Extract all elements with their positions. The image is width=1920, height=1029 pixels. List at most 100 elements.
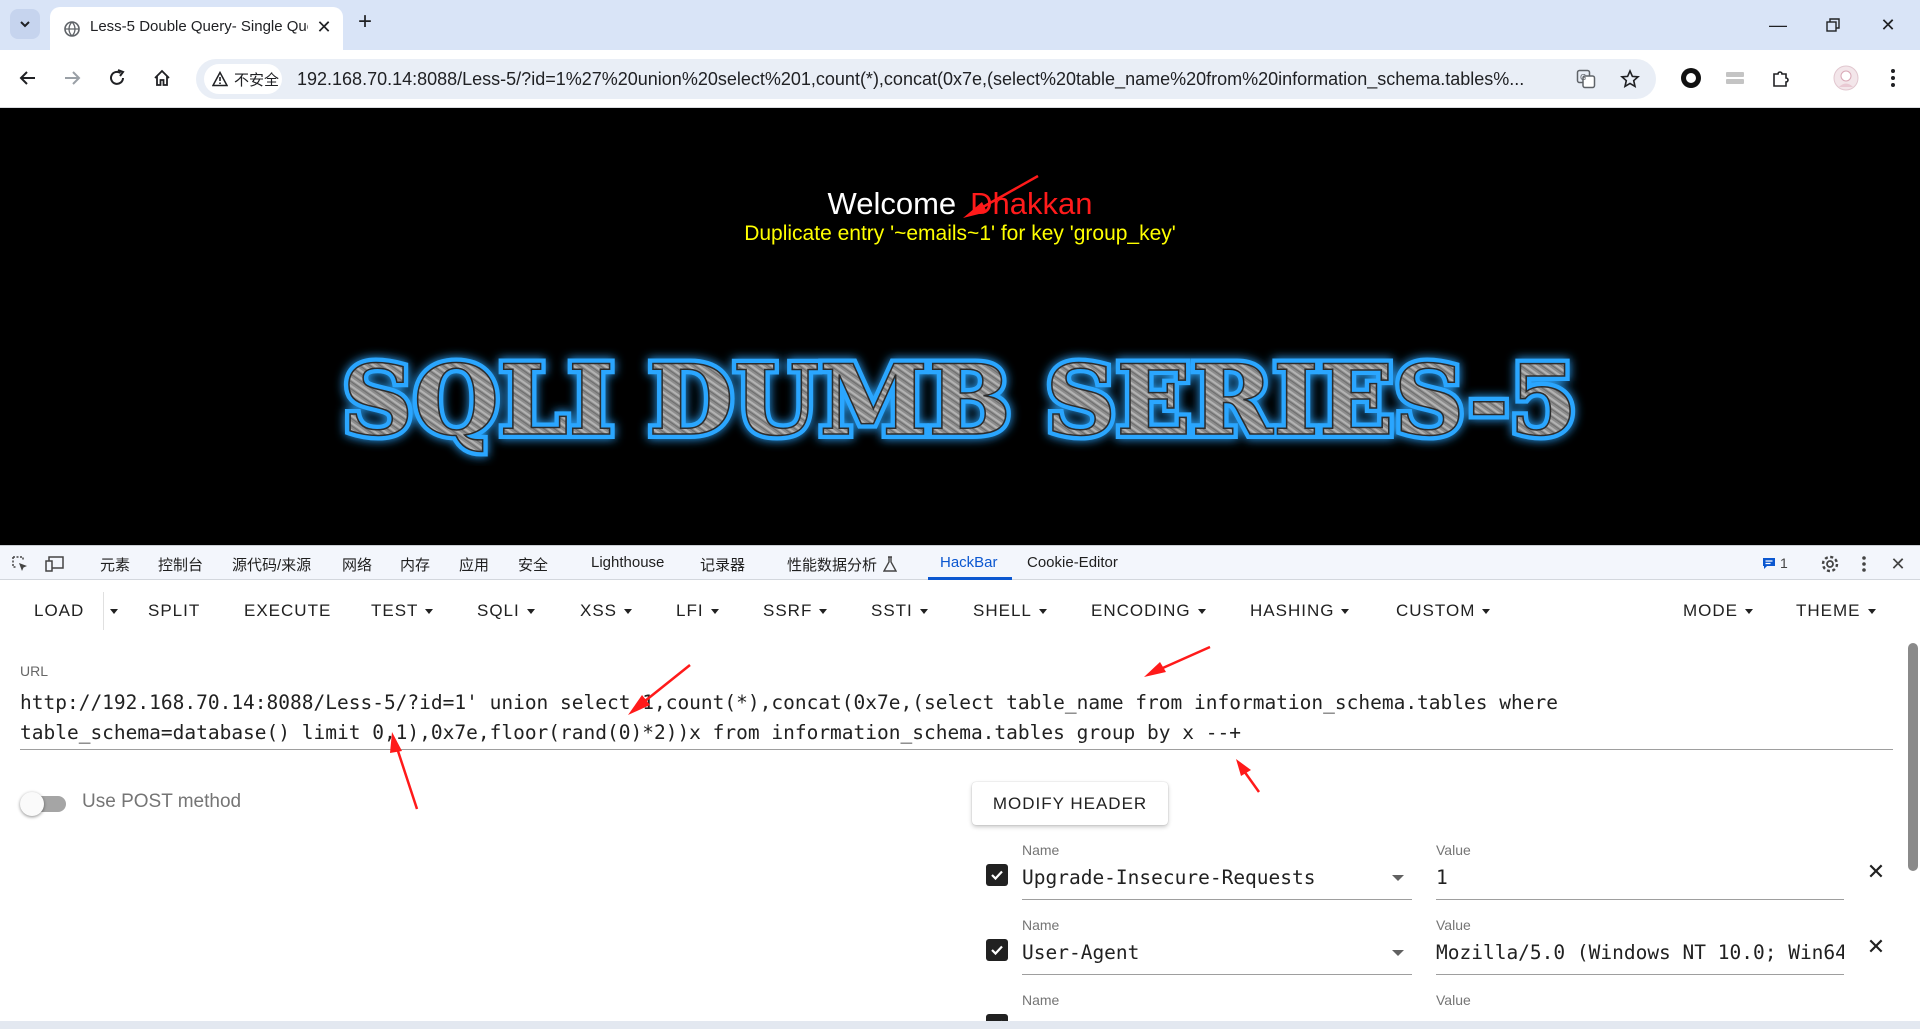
devtools-tab-hackbar[interactable]: HackBar	[940, 554, 998, 571]
header-name-select[interactable]: User-Agent	[1022, 939, 1412, 975]
bookmark-star-icon[interactable]	[1618, 67, 1642, 91]
custom-menu-button[interactable]: CUSTOM	[1396, 600, 1491, 622]
load-dropdown-button[interactable]	[110, 600, 118, 622]
devtools-tab-performance-insights[interactable]: 性能数据分析	[787, 554, 877, 575]
lfi-menu-button[interactable]: LFI	[676, 600, 719, 622]
header-enabled-checkbox[interactable]	[986, 939, 1008, 961]
header-enabled-checkbox[interactable]	[986, 1014, 1008, 1021]
theme-menu-button[interactable]: THEME	[1796, 600, 1876, 622]
caret-down-icon	[1341, 608, 1350, 614]
forward-icon[interactable]	[58, 64, 86, 92]
back-icon[interactable]	[14, 64, 42, 92]
page-content: Welcome Dhakkan Duplicate entry '~emails~…	[0, 108, 1920, 545]
encoding-menu-button[interactable]: ENCODING	[1091, 600, 1206, 622]
ssrf-menu-button[interactable]: SSRF	[763, 600, 828, 622]
new-tab-button[interactable]: +	[352, 10, 378, 36]
split-button[interactable]: SPLIT	[148, 600, 200, 622]
url-underline	[20, 749, 1893, 750]
ssti-menu-button[interactable]: SSTI	[871, 600, 928, 622]
encoding-label: ENCODING	[1091, 601, 1191, 620]
header-value-input[interactable]: 1	[1436, 864, 1844, 900]
test-menu-button[interactable]: TEST	[371, 600, 434, 622]
profile-avatar[interactable]	[1833, 65, 1859, 91]
user-name: Dhakkan	[970, 186, 1093, 221]
address-url[interactable]: 192.168.70.14:8088/Less-5/?id=1%27%20uni…	[297, 69, 1557, 90]
issues-count: 1	[1780, 555, 1788, 571]
extensions-puzzle-icon[interactable]	[1768, 65, 1794, 91]
minimize-icon[interactable]: —	[1763, 10, 1793, 40]
mode-menu-button[interactable]: MODE	[1683, 600, 1753, 622]
header-value-input[interactable]: Mozilla/5.0 (Windows NT 10.0; Win64; x64…	[1436, 939, 1844, 975]
device-toolbar-icon[interactable]	[45, 554, 65, 574]
devtools-tab-console[interactable]: 控制台	[158, 554, 203, 575]
header-row: Name Value User-Agent Mozilla/5.0 (Windo…	[972, 917, 1885, 977]
settings-gear-icon[interactable]	[1820, 554, 1840, 574]
xss-menu-button[interactable]: XSS	[580, 600, 633, 622]
url-field-label: URL	[20, 663, 49, 679]
devtools-tab-network[interactable]: 网络	[342, 554, 372, 575]
header-value-label: Value	[1436, 917, 1471, 933]
sqli-menu-button[interactable]: SQLI	[477, 600, 535, 622]
header-name-label: Name	[1022, 842, 1060, 858]
devtools-tab-sources[interactable]: 源代码/来源	[232, 554, 311, 575]
modify-header-label: MODIFY HEADER	[992, 793, 1148, 813]
caret-down-icon	[1197, 608, 1206, 614]
security-label: 不安全	[234, 71, 280, 89]
extension-circle-icon[interactable]	[1678, 65, 1704, 91]
inspect-element-icon[interactable]	[10, 554, 30, 574]
site-info-chip[interactable]: 不安全	[204, 64, 282, 94]
remove-header-icon[interactable]: ✕	[1864, 935, 1888, 959]
load-button[interactable]: LOAD	[34, 600, 84, 622]
remove-header-icon[interactable]: ✕	[1864, 860, 1888, 884]
address-bar[interactable]: 不安全 192.168.70.14:8088/Less-5/?id=1%27%2…	[196, 59, 1656, 99]
devtools-tab-bar: 元素 控制台 源代码/来源 网络 内存 应用 安全 Lighthouse 记录器…	[0, 545, 1920, 580]
devtools-close-icon[interactable]: ✕	[1888, 554, 1908, 574]
use-post-toggle[interactable]	[20, 791, 68, 817]
issues-badge[interactable]: 1	[1762, 555, 1788, 571]
devtools-tab-elements[interactable]: 元素	[100, 554, 130, 575]
devtools-bottom-strip	[0, 1021, 1920, 1029]
tab-search-button[interactable]	[10, 9, 40, 39]
restore-icon[interactable]	[1818, 10, 1848, 40]
lfi-label: LFI	[676, 601, 704, 620]
window-close-icon[interactable]: ✕	[1873, 10, 1903, 40]
devtools-tab-security[interactable]: 安全	[518, 554, 548, 575]
modify-header-button[interactable]: MODIFY HEADER	[972, 782, 1168, 825]
toggle-knob	[20, 792, 44, 816]
header-name-select[interactable]: Upgrade-Insecure-Requests	[1022, 864, 1412, 900]
devtools-tab-memory[interactable]: 内存	[400, 554, 430, 575]
caret-down-icon	[624, 608, 633, 614]
dropdown-arrow-icon	[1392, 950, 1404, 956]
mode-label: MODE	[1683, 601, 1738, 620]
devtools-tab-recorder[interactable]: 记录器	[700, 554, 745, 575]
browser-tab-active[interactable]: Less-5 Double Query- Single Quotes- Stri…	[50, 7, 343, 50]
dropdown-arrow-icon	[1392, 875, 1404, 881]
hashing-menu-button[interactable]: HASHING	[1250, 600, 1350, 622]
devtools-tab-cookie-editor[interactable]: Cookie-Editor	[1027, 554, 1118, 571]
shell-menu-button[interactable]: SHELL	[973, 600, 1047, 622]
devtools-more-icon[interactable]	[1854, 554, 1874, 574]
load-label: LOAD	[34, 601, 85, 620]
header-row: Name Value	[972, 992, 1872, 1021]
reload-icon[interactable]	[103, 64, 131, 92]
extension-bars-icon[interactable]	[1722, 65, 1748, 91]
translate-icon[interactable]: G	[1574, 67, 1598, 91]
execute-button[interactable]: EXECUTE	[244, 600, 331, 622]
tab-title: Less-5 Double Query- Single Quotes- Stri…	[90, 18, 308, 35]
devtools-tab-lighthouse[interactable]: Lighthouse	[591, 554, 664, 571]
hashing-label: HASHING	[1250, 601, 1335, 620]
theme-label: THEME	[1796, 601, 1861, 620]
header-row: Name Value Upgrade-Insecure-Requests 1 ✕	[972, 842, 1885, 902]
hackbar-menu: LOAD SPLIT EXECUTE TEST SQLI XSS LFI SSR…	[0, 580, 1905, 642]
home-icon[interactable]	[148, 64, 176, 92]
annotation-arrow	[1236, 759, 1261, 793]
url-textarea[interactable]: http://192.168.70.14:8088/Less-5/?id=1' …	[20, 688, 1892, 748]
tab-close-icon[interactable]: ✕	[312, 15, 336, 39]
browser-menu-icon[interactable]	[1880, 65, 1906, 91]
devtools-tab-application[interactable]: 应用	[459, 554, 489, 575]
flask-icon	[883, 556, 897, 572]
devtools-scrollbar[interactable]	[1908, 643, 1918, 871]
ssrf-label: SSRF	[763, 601, 813, 620]
header-enabled-checkbox[interactable]	[986, 864, 1008, 886]
chevron-down-icon	[20, 21, 30, 28]
